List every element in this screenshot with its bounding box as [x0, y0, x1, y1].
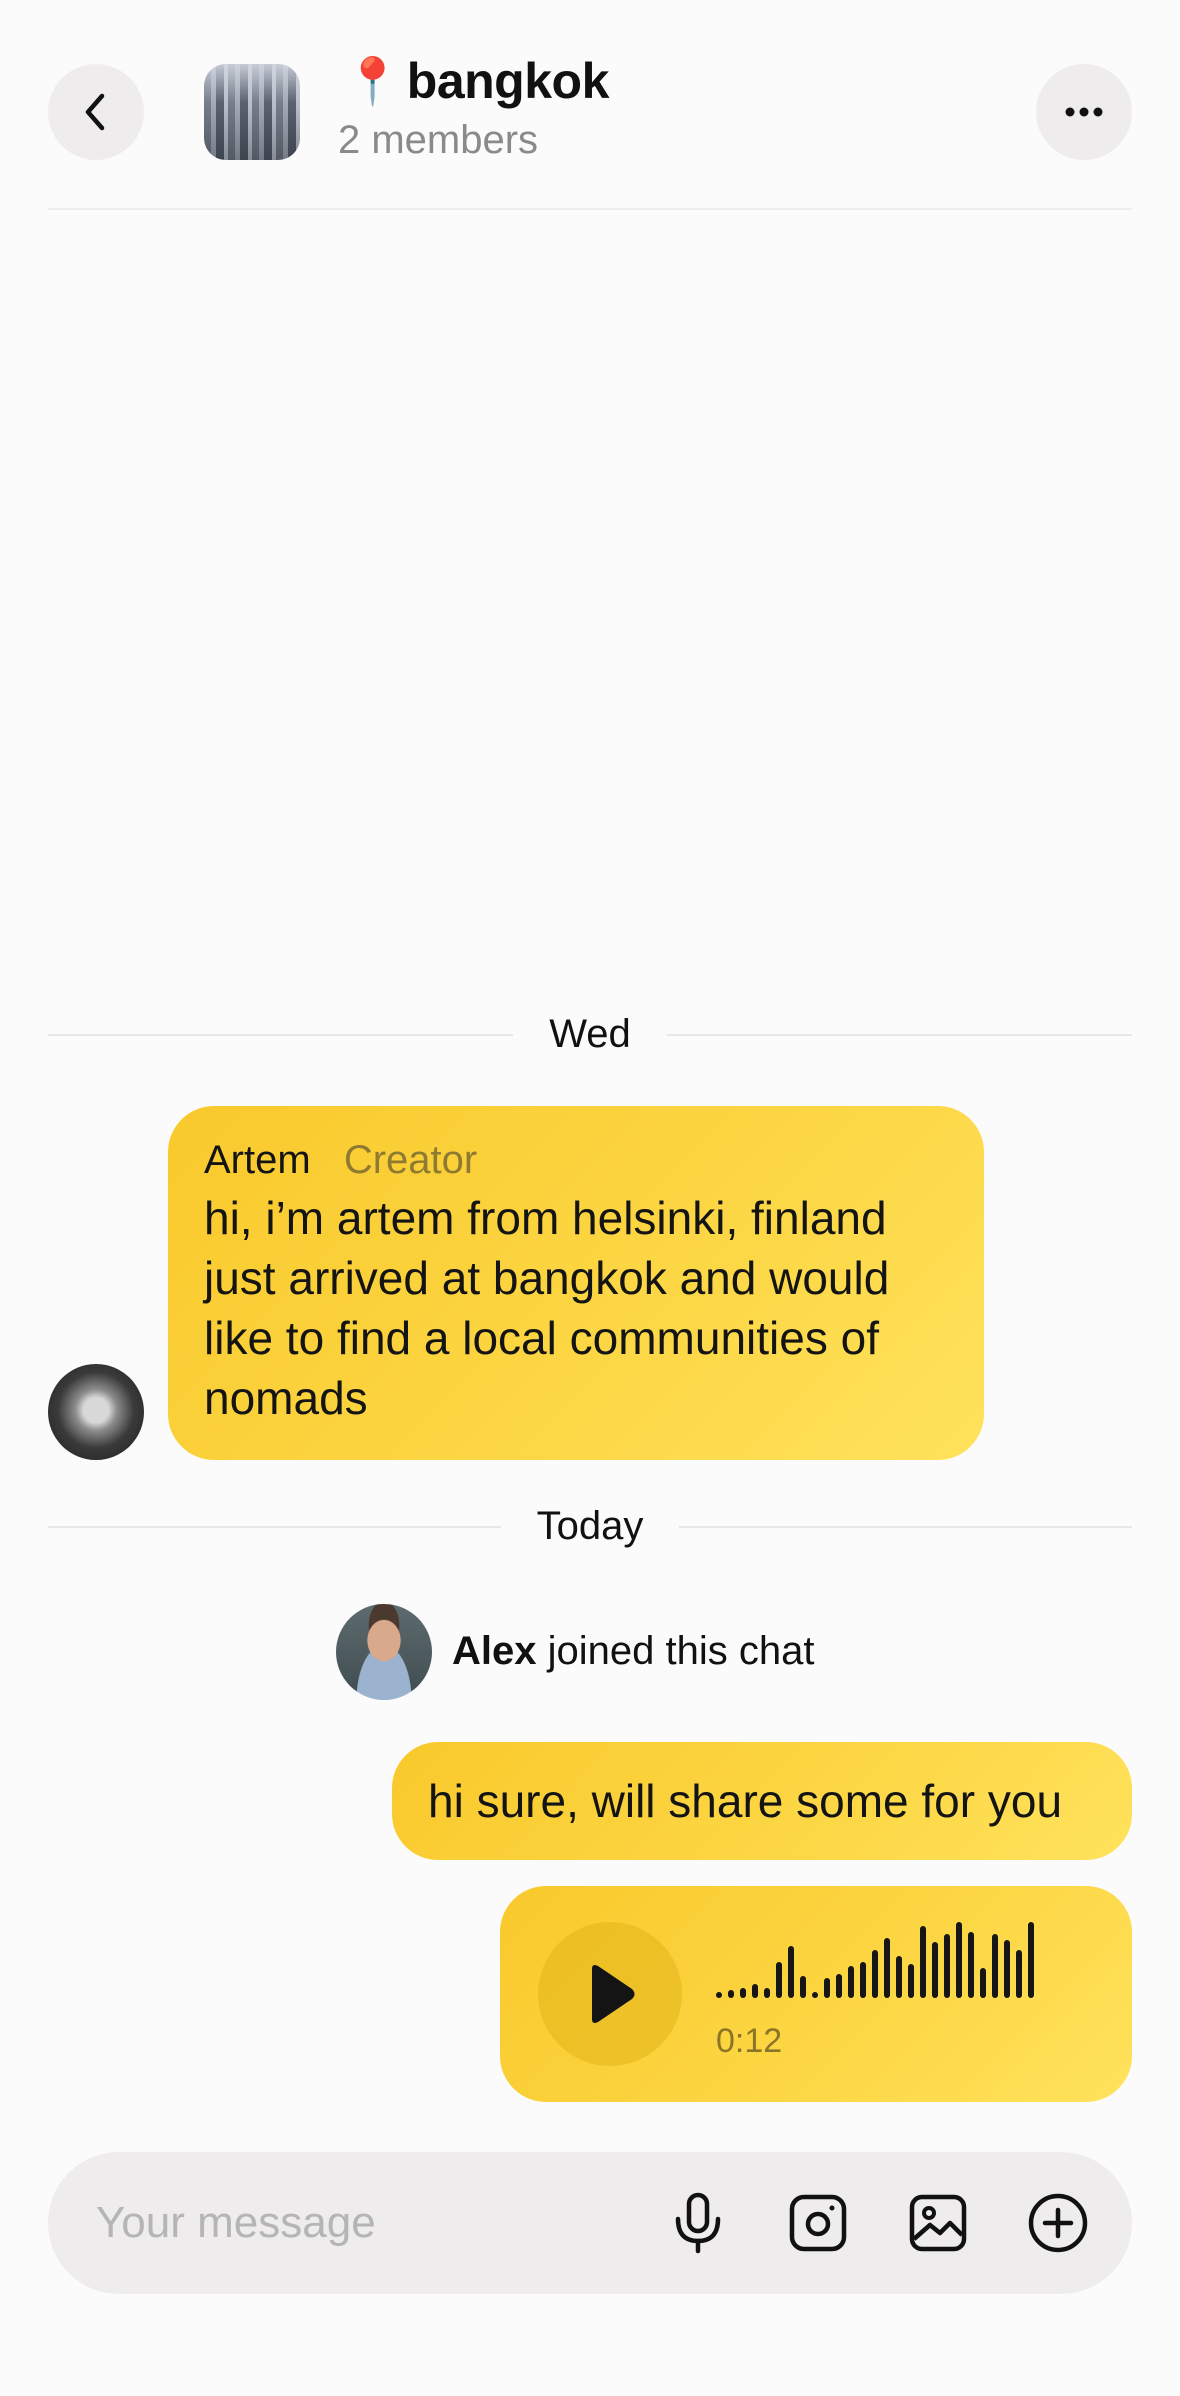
join-user-name: Alex — [452, 1629, 537, 1673]
waveform-bar — [896, 1956, 902, 1998]
waveform-bar — [1016, 1950, 1022, 1998]
microphone-icon — [675, 2192, 721, 2254]
waveform-bar — [740, 1988, 746, 1998]
message-composer — [48, 2152, 1132, 2294]
join-action-text: joined this chat — [547, 1629, 815, 1673]
day-divider-today: Today — [48, 1504, 1132, 1549]
waveform-bar — [860, 1962, 866, 1998]
chat-title[interactable]: 📍 bangkok — [344, 52, 609, 110]
voice-duration: 0:12 — [716, 2022, 783, 2060]
waveform-bar — [884, 1938, 890, 1998]
waveform-bar — [956, 1922, 962, 1998]
day-label: Wed — [549, 1012, 631, 1056]
day-label: Today — [536, 1504, 644, 1548]
waveform-bar — [920, 1926, 926, 1998]
waveform-bar — [836, 1974, 842, 1998]
waveform-bar — [776, 1962, 782, 1998]
play-icon — [592, 1965, 635, 2023]
waveform-bar — [716, 1992, 722, 1998]
members-count[interactable]: 2 members — [338, 118, 538, 163]
waveform-bar — [728, 1990, 734, 1998]
message-text: hi sure, will share some for you — [428, 1775, 1063, 1827]
microphone-button[interactable] — [662, 2187, 734, 2259]
ellipsis-icon — [1065, 107, 1103, 117]
avatar-artem[interactable] — [48, 1364, 144, 1460]
plus-circle-icon — [1028, 2193, 1088, 2253]
chevron-left-icon — [85, 93, 105, 131]
waveform-bar — [908, 1964, 914, 1998]
chat-title-text: bangkok — [406, 53, 610, 109]
waveform-bar — [980, 1968, 986, 1998]
divider-line — [48, 1033, 514, 1036]
camera-button[interactable] — [782, 2187, 854, 2259]
waveform-bar — [1004, 1940, 1010, 1998]
waveform-bar — [800, 1976, 806, 1998]
waveform-bar — [932, 1942, 938, 1998]
pin-emoji: 📍 — [344, 54, 401, 107]
message-input[interactable] — [96, 2152, 616, 2294]
day-divider-wed: Wed — [48, 1012, 1132, 1057]
waveform-bar — [752, 1984, 758, 1998]
voice-message-bubble[interactable]: 0:12 — [500, 1886, 1132, 2102]
divider-line — [666, 1033, 1132, 1036]
waveform-bar — [764, 1988, 770, 1998]
voice-waveform[interactable] — [716, 1922, 1034, 1998]
author-role-badge: Creator — [343, 1138, 478, 1182]
camera-icon — [789, 2194, 847, 2252]
waveform-bar — [944, 1934, 950, 1998]
outgoing-message-bubble[interactable]: hi sure, will share some for you — [392, 1742, 1132, 1860]
divider-line — [48, 1525, 501, 1528]
image-icon — [909, 2194, 967, 2252]
divider-line — [679, 1525, 1132, 1528]
waveform-bar — [872, 1950, 878, 1998]
waveform-bar — [1028, 1922, 1034, 1998]
header-divider — [48, 208, 1132, 210]
back-button[interactable] — [48, 64, 144, 160]
avatar-alex[interactable] — [336, 1604, 432, 1700]
message-author: Artem — [204, 1138, 311, 1182]
play-button[interactable] — [538, 1922, 682, 2066]
group-avatar[interactable] — [204, 64, 300, 160]
gallery-button[interactable] — [902, 2187, 974, 2259]
waveform-bar — [848, 1966, 854, 1998]
waveform-bar — [824, 1978, 830, 1998]
waveform-bar — [992, 1934, 998, 1998]
waveform-bar — [812, 1992, 818, 1998]
add-attachment-button[interactable] — [1022, 2187, 1094, 2259]
join-notice: Alex joined this chat — [452, 1626, 814, 1676]
more-button[interactable] — [1036, 64, 1132, 160]
incoming-message-bubble[interactable]: Artem Creator hi, i’m artem from helsink… — [168, 1106, 984, 1460]
message-text: hi, i’m artem from helsinki, finland jus… — [204, 1192, 890, 1424]
waveform-bar — [788, 1946, 794, 1998]
waveform-bar — [968, 1932, 974, 1998]
